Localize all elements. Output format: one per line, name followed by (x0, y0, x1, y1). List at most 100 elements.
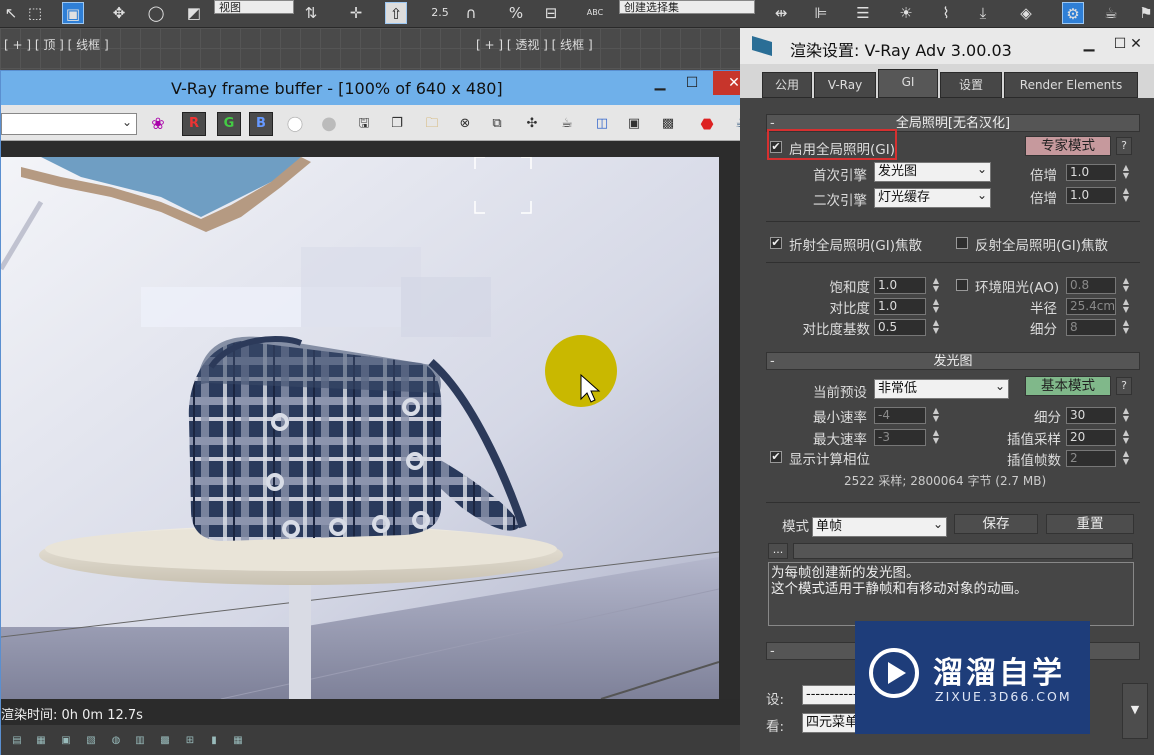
frame-buffer-titlebar[interactable]: V-Ray frame buffer - [100% of 640 x 480]… (1, 71, 756, 105)
ao-amount-spinner[interactable]: ▲ ▼ (1120, 277, 1132, 294)
reflective-caustics-checkbox[interactable] (956, 237, 968, 249)
hsph-subdivs-spinner[interactable]: ▲ ▼ (1120, 407, 1132, 424)
perspective-viewport-label[interactable]: [ + ] [ 透视 ] [ 线框 ] (476, 36, 593, 53)
duplicate-to-frame-buffer-icon[interactable]: ⧉ (486, 113, 508, 135)
secondary-multiplier-spinner[interactable]: ▲ ▼ (1120, 187, 1132, 204)
named-selection-dropdown[interactable]: 创建选择集 (619, 0, 755, 14)
ao-subdivs-input[interactable]: 8 (1066, 319, 1116, 336)
select-region-icon[interactable]: ⬚ (24, 2, 46, 24)
pixel-info-icon[interactable]: ⊞ (182, 735, 198, 747)
schematic-view-icon[interactable]: ⤓ (972, 2, 994, 24)
render-channel-dropdown[interactable]: ⌄ (1, 113, 137, 135)
minimize-button[interactable]: ▁ (1074, 32, 1104, 56)
min-rate-spinner[interactable]: ▲ ▼ (930, 407, 942, 424)
contrast-input[interactable]: 1.0 (874, 298, 926, 315)
secondary-multiplier-input[interactable]: 1.0 (1066, 187, 1116, 204)
select-object-icon[interactable]: ▣ (62, 2, 84, 24)
min-rate-input[interactable]: -4 (874, 407, 926, 424)
primary-engine-dropdown[interactable]: 发光图 (874, 160, 991, 182)
srgb-icon[interactable]: ▮ (206, 735, 222, 747)
top-viewport-label[interactable]: [ + ] [ 顶 ] [ 线框 ] (4, 36, 109, 53)
ao-radius-input[interactable]: 25.4cm (1066, 298, 1116, 315)
hsph-subdivs-input[interactable]: 30 (1066, 407, 1116, 424)
help-button[interactable]: ? (1116, 377, 1132, 395)
render-button[interactable]: ▼ (1122, 683, 1148, 739)
interp-samples-spinner[interactable]: ▲ ▼ (1120, 429, 1132, 446)
clear-image-icon[interactable]: ⊗ (454, 113, 476, 135)
lens-effects-icon[interactable]: ▣ (623, 113, 645, 135)
save-all-icon[interactable]: ❐ (386, 113, 408, 135)
render-production-icon[interactable]: ⚑ (1135, 2, 1154, 24)
help-button[interactable]: ? (1116, 137, 1132, 155)
saturation-spinner[interactable]: ▲ ▼ (930, 277, 942, 294)
rendered-image[interactable] (1, 157, 719, 699)
browse-button[interactable]: ... (768, 543, 788, 559)
show-calc-phase-checkbox[interactable]: ✔ (770, 451, 782, 463)
max-rate-spinner[interactable]: ▲ ▼ (930, 429, 942, 446)
color-correction-icon[interactable]: ▩ (657, 113, 679, 135)
select-arrow-icon[interactable]: ↖ (0, 2, 22, 24)
close-button[interactable]: ✕ (1118, 32, 1154, 56)
green-channel-button[interactable]: G (217, 112, 241, 136)
graphite-tools-icon[interactable]: ☀ (895, 2, 917, 24)
refractive-caustics-checkbox[interactable]: ✔ (770, 237, 782, 249)
angle-snap-icon[interactable]: ∩ (460, 2, 482, 24)
rotate-icon[interactable]: ◯ (145, 2, 167, 24)
align-icon[interactable]: ⊫ (810, 2, 832, 24)
interp-samples-input[interactable]: 20 (1066, 429, 1116, 446)
basic-mode-button[interactable]: 基本模式 (1025, 376, 1111, 396)
irradiance-panel-header[interactable]: - 发光图 (766, 352, 1140, 370)
primary-multiplier-spinner[interactable]: ▲ ▼ (1120, 164, 1132, 181)
levels-icon[interactable]: ▦ (33, 735, 49, 747)
tab-vray[interactable]: V-Ray (814, 72, 876, 98)
stop-render-icon[interactable]: ⬣ (696, 113, 718, 135)
move-icon[interactable]: ✥ (108, 2, 130, 24)
material-editor-icon[interactable]: ◈ (1015, 2, 1037, 24)
mono-channel-icon[interactable]: ● (318, 113, 340, 135)
ao-radius-spinner[interactable]: ▲ ▼ (1120, 298, 1132, 315)
exposure-icon[interactable]: ▧ (83, 735, 99, 747)
save-button[interactable]: 保存 (954, 514, 1038, 534)
reference-coordinate-dropdown[interactable]: 视图 (214, 0, 294, 14)
maximize-button[interactable]: ☐ (677, 71, 707, 95)
tab-render-elements[interactable]: Render Elements (1004, 72, 1138, 98)
contrast-base-input[interactable]: 0.5 (874, 319, 926, 336)
ao-amount-input[interactable]: 0.8 (1066, 277, 1116, 294)
enable-gi-checkbox[interactable]: ✔ (770, 141, 782, 153)
render-frame-icon[interactable]: ☕ (1100, 2, 1122, 24)
max-rate-input[interactable]: -3 (874, 429, 926, 446)
spinner-snap-icon[interactable]: ⊟ (540, 2, 562, 24)
region-render-icon[interactable]: ☕ (556, 113, 578, 135)
lut-icon[interactable]: ▩ (157, 735, 173, 747)
tab-gi[interactable]: GI (878, 69, 938, 98)
secondary-engine-dropdown[interactable]: 灯光缓存 (874, 186, 991, 208)
red-channel-button[interactable]: R (182, 112, 206, 136)
histogram-icon[interactable]: ▤ (9, 735, 25, 747)
pivot-icon[interactable]: ⇅ (300, 2, 322, 24)
track-mouse-icon[interactable]: ✣ (521, 113, 543, 135)
ao-subdivs-spinner[interactable]: ▲ ▼ (1120, 319, 1132, 336)
mode-dropdown[interactable]: 单帧 (812, 515, 947, 537)
contrast-base-spinner[interactable]: ▲ ▼ (930, 319, 942, 336)
curves-icon[interactable]: ▣ (58, 735, 74, 747)
tab-settings[interactable]: 设置 (940, 72, 1002, 98)
ab-compare-icon[interactable]: ◫ (591, 113, 613, 135)
render-setup-icon[interactable]: ⚙ (1062, 2, 1084, 24)
snap-toggle-icon[interactable]: 2.5 (425, 2, 455, 24)
mirror-icon[interactable]: ⇹ (770, 2, 792, 24)
saturation-input[interactable]: 1.0 (874, 277, 926, 294)
ambient-occlusion-checkbox[interactable] (956, 279, 968, 291)
expert-mode-button[interactable]: 专家模式 (1025, 136, 1111, 156)
contrast-spinner[interactable]: ▲ ▼ (930, 298, 942, 315)
save-image-icon[interactable]: 🖫 (353, 113, 375, 135)
tab-common[interactable]: 公用 (762, 72, 812, 98)
layer-manager-icon[interactable]: ☰ (852, 2, 874, 24)
interp-frames-spinner[interactable]: ▲ ▼ (1120, 450, 1132, 467)
interp-frames-input[interactable]: 2 (1066, 450, 1116, 467)
open-folder-icon[interactable]: 🗀 (421, 113, 443, 135)
ocio-icon[interactable]: ▦ (230, 735, 246, 747)
white-balance-icon[interactable]: ◍ (108, 735, 124, 747)
hue-icon[interactable]: ▥ (132, 735, 148, 747)
blue-channel-button[interactable]: B (249, 112, 273, 136)
curve-editor-icon[interactable]: ⌇ (935, 2, 957, 24)
